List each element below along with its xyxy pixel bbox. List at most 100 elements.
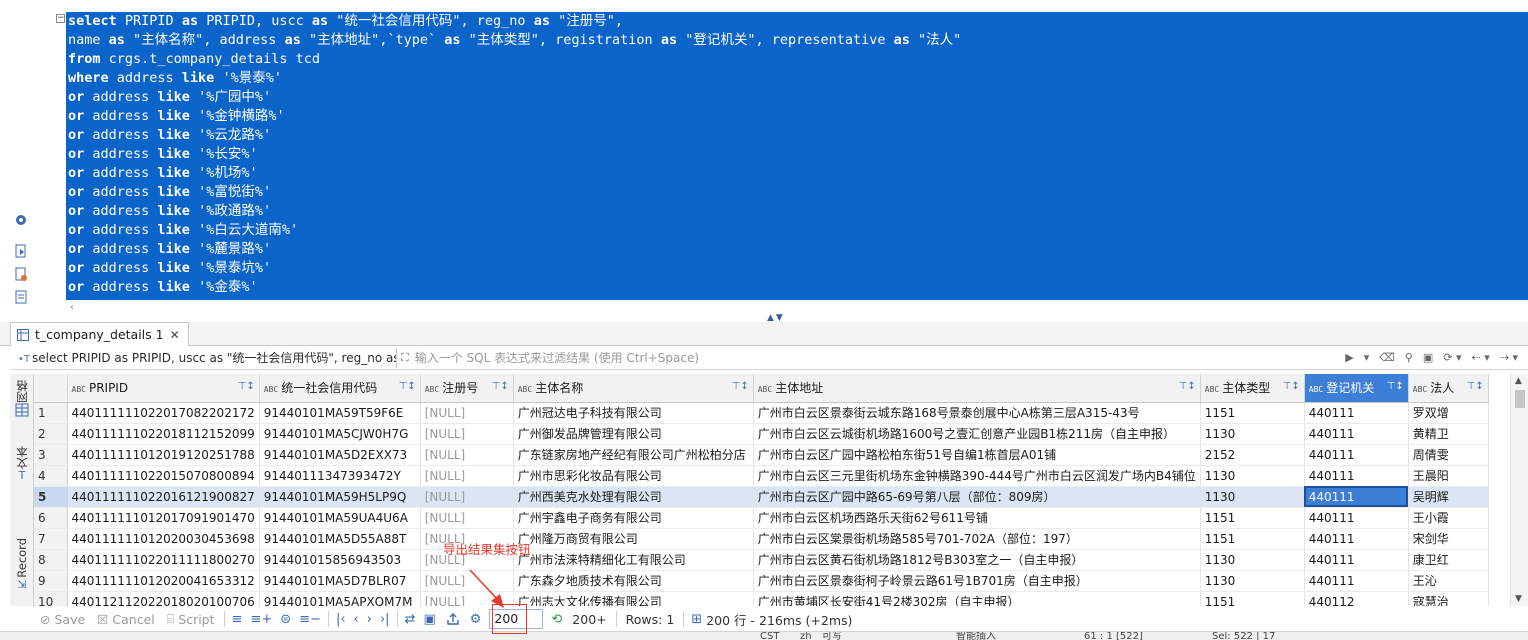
column-header[interactable]: ABC 主体名称 ⊤↕ [513,374,754,403]
table-cell[interactable]: 周倩雯 [1408,444,1489,466]
scroll-left-arrow-icon[interactable]: ‹ [70,302,74,313]
table-cell[interactable]: 广州市白云区机场西路乐天街62号611号铺 [753,507,1201,529]
table-cell[interactable]: 寇慧治 [1408,591,1489,606]
table-row[interactable]: 5 440111111022016121900827 91440101MA59H5L… [34,486,1489,508]
filter-sort-icon[interactable]: ⊤↕ [1387,381,1404,392]
table-cell[interactable]: 91440101MA5D2EXX73 [259,444,421,466]
table-cell[interactable]: [NULL] [420,507,514,529]
fetch-settings-gear-icon[interactable]: ⚙ [466,612,486,627]
close-icon[interactable]: ✕ [170,328,180,342]
selected-sql-code[interactable]: select PRIPID as PRIPID, uscc as "统一社会信用… [66,12,1528,300]
table-cell[interactable]: 91440101MA59H5LP9Q [259,486,421,508]
filter-sort-icon[interactable]: ⊤↕ [1283,381,1300,392]
forward-icon[interactable]: ⇢ ▾ [1500,351,1518,364]
previous-page-icon[interactable]: ‹ [350,612,363,627]
row-number[interactable]: 4 [34,465,68,487]
sql-line[interactable]: or address like '%金泰%' [66,278,1528,297]
row-number[interactable]: 7 [34,528,68,550]
scroll-up-icon[interactable]: ▲ [1515,376,1522,386]
table-cell[interactable]: 广州市白云区广园中路65-69号第八层（部位：809房） [753,486,1201,508]
table-cell[interactable]: [NULL] [420,444,514,466]
sql-line[interactable]: select PRIPID as PRIPID, uscc as "统一社会信用… [66,12,1528,31]
scroll-thumb[interactable] [1515,390,1525,408]
table-cell[interactable]: 440112112022018020100706 [67,591,260,606]
filter-history-dropdown-icon[interactable]: ▾ [1364,351,1370,364]
table-cell[interactable]: 440111111022017082202172 [67,402,260,424]
table-cell[interactable]: 440111 [1304,465,1409,487]
table-row[interactable]: 3 440111111012019120251788 91440101MA5D2EX… [34,444,1489,466]
column-header[interactable]: ABC PRIPID ⊤↕ [67,374,260,403]
column-header[interactable]: ABC 统一社会信用代码 ⊤↕ [259,374,421,403]
table-cell[interactable]: 广州市白云区景泰街云城东路168号景泰创展中心A栋第三层A315-43号 [753,402,1201,424]
filter-sort-icon[interactable]: ⊤↕ [1179,381,1196,392]
sql-line[interactable]: from crgs.t_company_details tcd [66,50,1528,69]
fold-toggle[interactable]: − [56,14,65,23]
table-cell[interactable]: 91440101MA5APXQM7M [259,591,421,606]
table-cell[interactable]: 440111111012017091901470 [67,507,260,529]
table-cell[interactable]: 1130 [1200,570,1305,592]
table-cell[interactable]: 康卫红 [1408,549,1489,571]
table-cell[interactable]: 罗双增 [1408,402,1489,424]
sql-line[interactable]: or address like '%政通路%' [66,202,1528,221]
column-header[interactable]: ABC 主体地址 ⊤↕ [753,374,1201,403]
link-icon[interactable]: ⇄ [401,612,420,627]
table-cell[interactable]: 440112 [1304,591,1409,606]
table-cell[interactable]: 广东森夕地质技术有限公司 [513,570,754,592]
add-row-icon[interactable]: ≡+ [246,612,276,627]
last-page-icon[interactable]: ›| [376,612,394,627]
sql-line[interactable]: or address like '%金钟横路%' [66,107,1528,126]
table-row[interactable]: 7 440111111012020030453698 91440101MA5D55A… [34,528,1489,550]
table-cell[interactable]: 广州市白云区景泰街柯子岭景云路61号1B701房（自主申报） [753,570,1201,592]
table-cell[interactable]: 黄精卫 [1408,423,1489,445]
table-cell[interactable]: 广州隆万商贸有限公司 [513,528,754,550]
table-cell[interactable]: 440111 [1304,570,1409,592]
table-cell[interactable]: 1151 [1200,402,1305,424]
refresh-icon[interactable]: ⟳ ▾ [1443,351,1461,364]
table-cell[interactable]: 440111 [1304,402,1409,424]
new-script-icon[interactable] [13,266,29,282]
filter-sort-icon[interactable]: ⊤↕ [399,381,416,392]
copy-row-icon[interactable]: ⊜ [276,612,295,627]
table-cell[interactable]: 王小霞 [1408,507,1489,529]
edit-cell-icon[interactable]: ≡ [228,612,247,627]
next-page-icon[interactable]: › [363,612,376,627]
table-cell[interactable]: 440111111022011111800270 [67,549,260,571]
tab-record[interactable]: Record ⇲ [10,538,34,591]
filter-settings-icon[interactable]: ⚲ [1405,351,1413,364]
table-cell[interactable]: 广州市白云区黄石街机场路1812号B303室之一（自主申报） [753,549,1201,571]
row-number[interactable]: 5 [34,486,68,508]
table-cell[interactable]: [NULL] [420,423,514,445]
table-cell[interactable]: 1151 [1200,507,1305,529]
table-cell[interactable]: [NULL] [420,465,514,487]
table-row[interactable]: 10 440112112022018020100706 91440101MA5APX… [34,591,1489,606]
row-number-header[interactable] [34,374,68,403]
settings-gear-icon[interactable] [13,212,29,228]
table-cell[interactable]: 91440101MA59UA4U6A [259,507,421,529]
panels-icon[interactable]: ▣ [419,612,439,627]
table-cell[interactable]: 王晨阳 [1408,465,1489,487]
sql-line[interactable]: or address like '%富悦街%' [66,183,1528,202]
table-cell[interactable]: 2152 [1200,444,1305,466]
filter-input[interactable]: ⛶ 输入一个 SQL 表达式来过滤结果 (使用 Ctrl+Space) [396,347,1345,368]
current-query-text[interactable]: •T select PRIPID as PRIPID, uscc as "统一社会… [10,349,396,366]
table-cell[interactable]: 广州市白云区三元里街机场东金钟横路390-444号广州市白云区润发广场内B4铺位 [753,465,1201,487]
sql-line[interactable]: or address like '%白云大道南%' [66,221,1528,240]
table-cell[interactable]: 440111 [1304,549,1409,571]
table-cell[interactable]: 91440101MA5D55A88T [259,528,421,550]
sql-line[interactable]: name as "主体名称", address as "主体地址",`type`… [66,31,1528,50]
row-number[interactable]: 10 [34,591,68,606]
back-icon[interactable]: ⇠ ▾ [1472,351,1490,364]
column-header[interactable]: ABC 注册号 ⊤↕ [420,374,514,403]
table-cell[interactable]: 440111111022018112152099 [67,423,260,445]
table-cell[interactable]: 1151 [1200,591,1305,606]
filter-sort-icon[interactable]: ⊤↕ [732,381,749,392]
table-cell[interactable]: 广东链家房地产经纪有限公司广州松柏分店 [513,444,754,466]
table-cell[interactable]: 1130 [1200,486,1305,508]
table-cell[interactable]: 91440101MA5D7BLR07 [259,570,421,592]
table-row[interactable]: 1 440111111022017082202172 91440101MA59T59… [34,402,1489,424]
table-cell[interactable]: 吴明辉 [1408,486,1489,508]
table-row[interactable]: 6 440111111012017091901470 91440101MA59UA4… [34,507,1489,529]
scroll-down-icon[interactable]: ▼ [1515,594,1522,604]
table-cell[interactable]: 440111111012020041653312 [67,570,260,592]
cancel-button[interactable]: ☒ Cancel [91,612,161,627]
